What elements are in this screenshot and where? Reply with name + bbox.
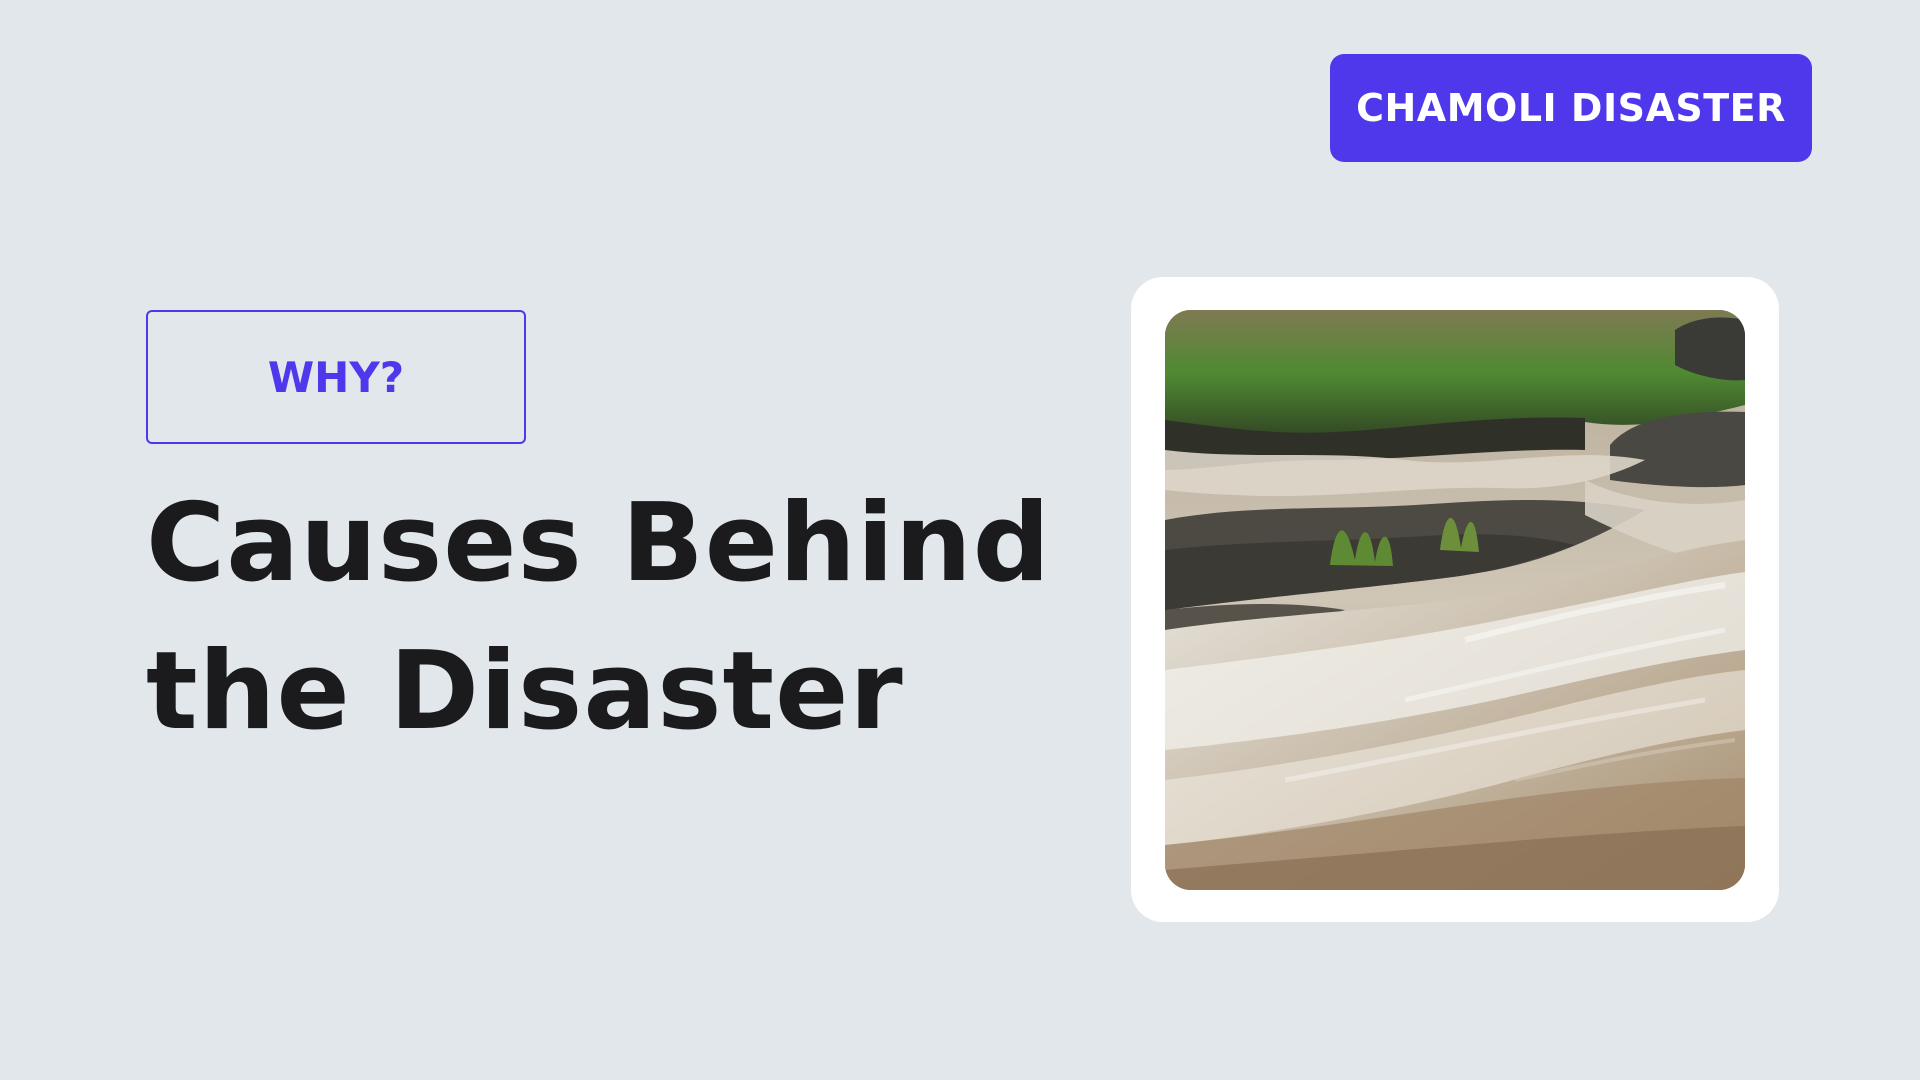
image-card xyxy=(1131,277,1779,922)
title-line-2: the Disaster xyxy=(146,629,904,754)
topic-tag-label: CHAMOLI DISASTER xyxy=(1356,86,1786,130)
river-rapids-photo xyxy=(1165,310,1745,890)
eyebrow-box: WHY? xyxy=(146,310,526,444)
eyebrow-label: WHY? xyxy=(267,352,405,402)
topic-tag: CHAMOLI DISASTER xyxy=(1330,54,1812,162)
slide: CHAMOLI DISASTER WHY? Causes Behind the … xyxy=(0,0,1920,1080)
river-rapids-illustration xyxy=(1165,310,1745,890)
title-line-1: Causes Behind xyxy=(146,481,1052,606)
slide-title: Causes Behind the Disaster xyxy=(146,470,1052,766)
